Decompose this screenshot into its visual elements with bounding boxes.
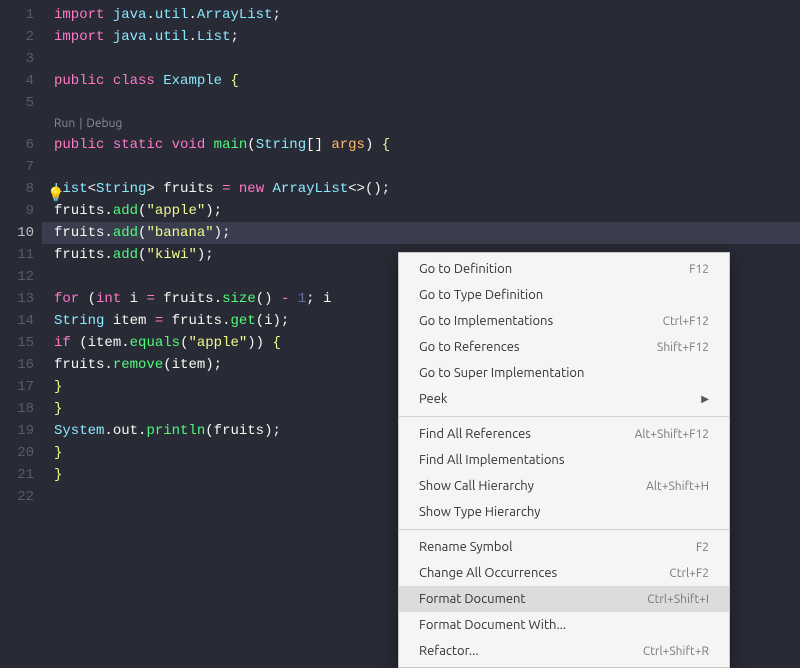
menu-item-show-call-hierarchy[interactable]: Show Call Hierarchy Alt+Shift+H — [399, 473, 729, 499]
line-number: 13 — [0, 288, 34, 310]
menu-item-shortcut: Ctrl+F12 — [663, 315, 709, 328]
menu-item-label: Format Document — [419, 592, 526, 606]
line-number: 22 — [0, 486, 34, 508]
line-number: 16 — [0, 354, 34, 376]
line-gutter: 1 2 3 4 5 6 7 8 9 10 11 12 13 14 15 16 1… — [0, 0, 42, 508]
menu-item-label: Go to Super Implementation — [419, 366, 584, 380]
menu-item-label: Go to Implementations — [419, 314, 553, 328]
menu-item-shortcut: Shift+F12 — [657, 341, 709, 354]
menu-item-shortcut: Alt+Shift+F12 — [635, 428, 709, 441]
menu-item-label: Peek — [419, 392, 447, 406]
line-number: 6 — [0, 134, 34, 156]
menu-item-go-to-references[interactable]: Go to References Shift+F12 — [399, 334, 729, 360]
line-number: 9 — [0, 200, 34, 222]
menu-item-change-all-occurrences[interactable]: Change All Occurrences Ctrl+F2 — [399, 560, 729, 586]
menu-item-peek[interactable]: Peek ▶ — [399, 386, 729, 412]
menu-item-format-document-with[interactable]: Format Document With... — [399, 612, 729, 638]
menu-item-label: Format Document With... — [419, 618, 566, 632]
chevron-right-icon: ▶ — [701, 393, 709, 405]
menu-item-label: Refactor... — [419, 644, 479, 658]
menu-item-find-all-implementations[interactable]: Find All Implementations — [399, 447, 729, 473]
menu-item-label: Rename Symbol — [419, 540, 512, 554]
line-number: 18 — [0, 398, 34, 420]
menu-separator — [399, 416, 729, 417]
menu-item-shortcut: Ctrl+Shift+I — [647, 593, 709, 606]
menu-item-rename-symbol[interactable]: Rename Symbol F2 — [399, 534, 729, 560]
menu-item-format-document[interactable]: Format Document Ctrl+Shift+I — [399, 586, 729, 612]
line-number: 14 — [0, 310, 34, 332]
menu-item-label: Find All Implementations — [419, 453, 565, 467]
menu-item-label: Change All Occurrences — [419, 566, 557, 580]
menu-item-label: Go to Type Definition — [419, 288, 543, 302]
line-number: 19 — [0, 420, 34, 442]
menu-item-go-to-definition[interactable]: Go to Definition F12 — [399, 256, 729, 282]
codelens-debug[interactable]: Debug — [86, 113, 122, 135]
menu-item-refactor[interactable]: Refactor... Ctrl+Shift+R — [399, 638, 729, 664]
line-number: 10 — [0, 222, 34, 244]
menu-item-label: Go to References — [419, 340, 520, 354]
line-number: 7 — [0, 156, 34, 178]
line-number: 21 — [0, 464, 34, 486]
line-number: 12 — [0, 266, 34, 288]
menu-item-shortcut: F12 — [689, 263, 709, 276]
menu-item-shortcut: F2 — [696, 541, 709, 554]
menu-item-go-to-super-implementation[interactable]: Go to Super Implementation — [399, 360, 729, 386]
menu-item-shortcut: Ctrl+Shift+R — [643, 645, 709, 658]
line-number: 11 — [0, 244, 34, 266]
menu-item-go-to-type-definition[interactable]: Go to Type Definition — [399, 282, 729, 308]
codelens-run[interactable]: Run — [54, 113, 75, 135]
menu-separator — [399, 529, 729, 530]
menu-item-show-type-hierarchy[interactable]: Show Type Hierarchy — [399, 499, 729, 525]
menu-item-label: Go to Definition — [419, 262, 512, 276]
line-number: 5 — [0, 92, 34, 114]
menu-item-label: Find All References — [419, 427, 531, 441]
line-number: 20 — [0, 442, 34, 464]
line-number: 4 — [0, 70, 34, 92]
line-number: 17 — [0, 376, 34, 398]
line-number: 1 — [0, 4, 34, 26]
line-number: 8 — [0, 178, 34, 200]
line-number: 3 — [0, 48, 34, 70]
line-number: 2 — [0, 26, 34, 48]
codelens: Run|Debug — [54, 114, 800, 134]
menu-item-shortcut: Alt+Shift+H — [646, 480, 709, 493]
menu-item-go-to-implementations[interactable]: Go to Implementations Ctrl+F12 — [399, 308, 729, 334]
line-number: 15 — [0, 332, 34, 354]
menu-item-find-all-references[interactable]: Find All References Alt+Shift+F12 — [399, 421, 729, 447]
menu-item-shortcut: Ctrl+F2 — [669, 567, 709, 580]
menu-item-label: Show Type Hierarchy — [419, 505, 540, 519]
menu-item-label: Show Call Hierarchy — [419, 479, 534, 493]
context-menu: Go to Definition F12 Go to Type Definition… — [398, 252, 730, 668]
lightbulb-icon[interactable]: 💡 — [47, 187, 64, 204]
